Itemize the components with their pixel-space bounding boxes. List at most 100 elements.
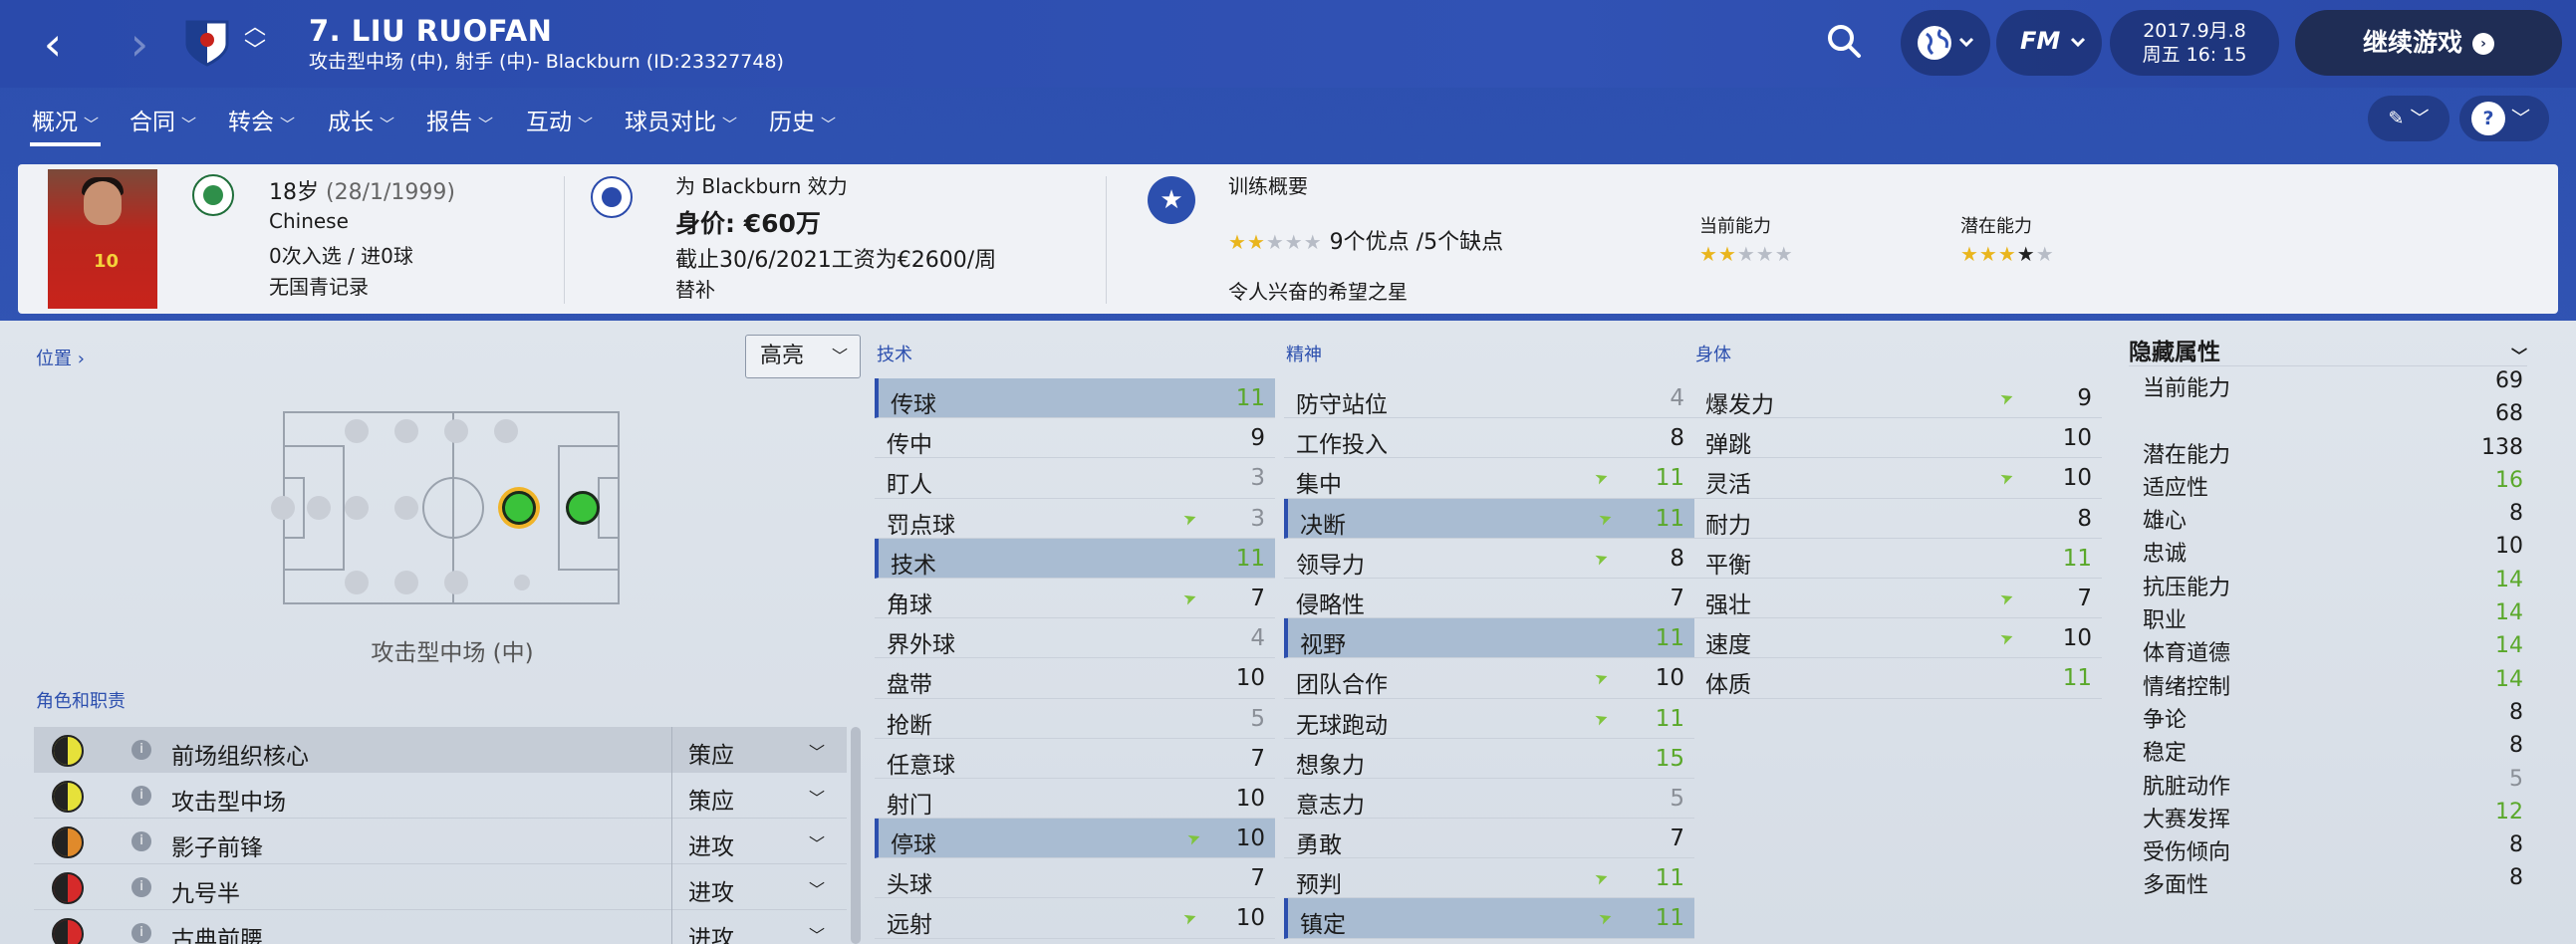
chevron-down-icon: ﹀ — [831, 347, 848, 365]
divider — [1106, 176, 1107, 304]
attribute-row[interactable]: 罚点球 ➤ 3 — [875, 499, 1275, 539]
attribute-value: 10 — [1235, 826, 1265, 852]
role-row[interactable]: i 前场组织核心 策应 ﹀ — [34, 727, 847, 773]
attribute-row[interactable]: 耐力 8 — [1693, 499, 2102, 539]
attribute-value: 10 — [1655, 665, 1684, 692]
club-badge-icon[interactable] — [591, 176, 633, 218]
attribute-row[interactable]: 想象力 15 — [1284, 739, 1694, 779]
player-photo: 10 — [48, 169, 157, 309]
attribute-row[interactable]: 灵活 ➤ 10 — [1693, 458, 2102, 499]
attribute-row[interactable]: 视野 11 — [1284, 618, 1694, 659]
role-duty: 进攻 — [688, 880, 734, 906]
search-icon[interactable] — [1825, 22, 1865, 62]
tab-bar: 概况 ﹀ 合同 ﹀ 转会 ﹀ 成长 ﹀ 报告 ﹀ 互动 ﹀ 球员对比 ﹀ 历史 ﹀ — [0, 95, 2576, 148]
attribute-name: 强壮 — [1705, 591, 1751, 618]
attribute-row[interactable]: 传球 11 — [875, 378, 1275, 419]
forward-arrow-icon[interactable]: › — [115, 14, 164, 74]
attribute-row[interactable]: 勇敢 7 — [1284, 819, 1694, 859]
role-row[interactable]: i 九号半 进攻 ﹀ — [34, 864, 847, 910]
role-name: 影子前锋 — [171, 835, 263, 861]
role-row[interactable]: i 古典前腰 进攻 ﹀ — [34, 910, 847, 944]
role-name: 古典前腰 — [171, 927, 263, 944]
highlight-dropdown[interactable]: 高亮 ﹀ — [745, 335, 861, 378]
role-row[interactable]: i 攻击型中场 策应 ﹀ — [34, 773, 847, 819]
attribute-row[interactable]: 传中 9 — [875, 418, 1275, 459]
attribute-row[interactable]: 停球 ➤ 10 — [875, 819, 1275, 859]
attribute-row[interactable]: 决断 ➤ 11 — [1284, 498, 1694, 539]
attribute-row[interactable]: 速度 ➤ 10 — [1693, 618, 2102, 659]
player-switch-updown-icon[interactable]: ︿ ﹀ — [241, 16, 269, 68]
attribute-value: 8 — [1670, 425, 1684, 452]
position-name: 攻击型中场 (中) — [371, 640, 534, 666]
role-duty-select[interactable]: 进攻 ﹀ — [671, 819, 847, 864]
info-icon[interactable]: i — [131, 786, 151, 806]
attribute-name: 想象力 — [1296, 752, 1365, 779]
attribute-row[interactable]: 射门 10 — [875, 779, 1275, 820]
physical-header: 身体 — [1695, 345, 1731, 365]
role-duty-select[interactable]: 策应 ﹀ — [671, 773, 847, 819]
attribute-row[interactable]: 镇定 ➤ 11 — [1284, 898, 1694, 939]
tab-player-compare[interactable]: 球员对比 ﹀ — [625, 103, 737, 136]
role-duty-select[interactable]: 进攻 ﹀ — [671, 864, 847, 910]
attribute-row[interactable]: 预判 ➤ 11 — [1284, 858, 1694, 899]
attribute-row[interactable]: 体质 11 — [1693, 658, 2102, 699]
hidden-attributes-header[interactable]: 隐藏属性 ﹀ — [2129, 333, 2527, 366]
attribute-row[interactable]: 界外球 4 — [875, 618, 1275, 659]
tab-transfer[interactable]: 转会 ﹀ — [228, 103, 295, 136]
roles-scrollbar[interactable] — [851, 727, 861, 944]
attribute-row[interactable]: 抢断 5 — [875, 699, 1275, 739]
tab-development[interactable]: 成长 ﹀ — [328, 103, 394, 136]
player-value: 身价: €60万 — [675, 209, 821, 238]
attribute-row[interactable]: 强壮 ➤ 7 — [1693, 579, 2102, 619]
attribute-row[interactable]: 盯人 3 — [875, 458, 1275, 499]
info-icon[interactable]: i — [131, 923, 151, 943]
date-display[interactable]: 2017.9月.8 周五 16: 15 — [2110, 10, 2279, 76]
attribute-row[interactable]: 侵略性 7 — [1284, 579, 1694, 619]
attribute-row[interactable]: 角球 ➤ 7 — [875, 579, 1275, 619]
nation-badge-icon[interactable] — [192, 174, 234, 216]
attribute-row[interactable]: 任意球 7 — [875, 739, 1275, 779]
attribute-row[interactable]: 意志力 5 — [1284, 779, 1694, 820]
attribute-row[interactable]: 技术 11 — [875, 538, 1275, 579]
tab-contract[interactable]: 合同 ﹀ — [129, 103, 196, 136]
attribute-row[interactable]: 平衡 11 — [1693, 539, 2102, 579]
tab-overview[interactable]: 概况 ﹀ — [29, 103, 102, 146]
technical-attributes: 传球 11 传中 9 盯人 3 罚点球 ➤ 3 技术 11 角球 ➤ 7 界外球 4 盘带 10 抢断 5 任意球 7 射门… — [875, 378, 1275, 939]
edit-button[interactable]: ✎ ﹀ — [2368, 96, 2449, 141]
fm-menu-button[interactable]: FM — [1996, 10, 2102, 76]
attribute-name: 决断 — [1300, 512, 1346, 539]
attribute-row[interactable]: 无球跑动 ➤ 11 — [1284, 699, 1694, 739]
squad-status: 替补 — [675, 278, 715, 302]
chevron-down-icon: ﹀ — [478, 116, 494, 133]
continue-game-button[interactable]: 继续游戏 › — [2295, 10, 2562, 76]
tab-interaction[interactable]: 互动 ﹀ — [526, 103, 593, 136]
back-arrow-icon[interactable]: ‹ — [28, 14, 78, 74]
info-icon[interactable]: i — [131, 740, 151, 760]
tab-reports[interactable]: 报告 ﹀ — [426, 103, 493, 136]
player-youth-record: 无国青记录 — [269, 275, 369, 299]
hidden-attribute-name: 适应性 — [2143, 475, 2209, 501]
role-duty-select[interactable]: 进攻 ﹀ — [671, 910, 847, 944]
attribute-row[interactable]: 爆发力 ➤ 9 — [1693, 378, 2102, 419]
attribute-row[interactable]: 弹跳 10 — [1693, 418, 2102, 459]
attribute-row[interactable]: 团队合作 ➤ 10 — [1284, 658, 1694, 699]
club-crest-icon — [182, 18, 232, 68]
info-icon[interactable]: i — [131, 831, 151, 851]
info-icon[interactable]: i — [131, 877, 151, 897]
tab-history[interactable]: 历史 ﹀ — [769, 103, 836, 136]
role-duty-select[interactable]: 策应 ﹀ — [671, 727, 847, 773]
attribute-row[interactable]: 防守站位 4 — [1284, 378, 1694, 419]
attribute-row[interactable]: 集中 ➤ 11 — [1284, 458, 1694, 499]
role-row[interactable]: i 影子前锋 进攻 ﹀ — [34, 819, 847, 864]
attribute-value: 7 — [2077, 585, 2092, 611]
attribute-row[interactable]: 盘带 10 — [875, 658, 1275, 699]
position-link[interactable]: 位置 › — [36, 345, 85, 370]
attribute-row[interactable]: 头球 7 — [875, 858, 1275, 899]
attribute-row[interactable]: 领导力 ➤ 8 — [1284, 539, 1694, 579]
trend-arrow-icon: ➤ — [1180, 587, 1200, 609]
attribute-row[interactable]: 远射 ➤ 10 — [875, 898, 1275, 939]
position-dot — [394, 496, 418, 520]
attribute-row[interactable]: 工作投入 8 — [1284, 418, 1694, 459]
help-button[interactable]: ? ﹀ — [2459, 96, 2549, 141]
world-menu-button[interactable] — [1901, 10, 1990, 76]
